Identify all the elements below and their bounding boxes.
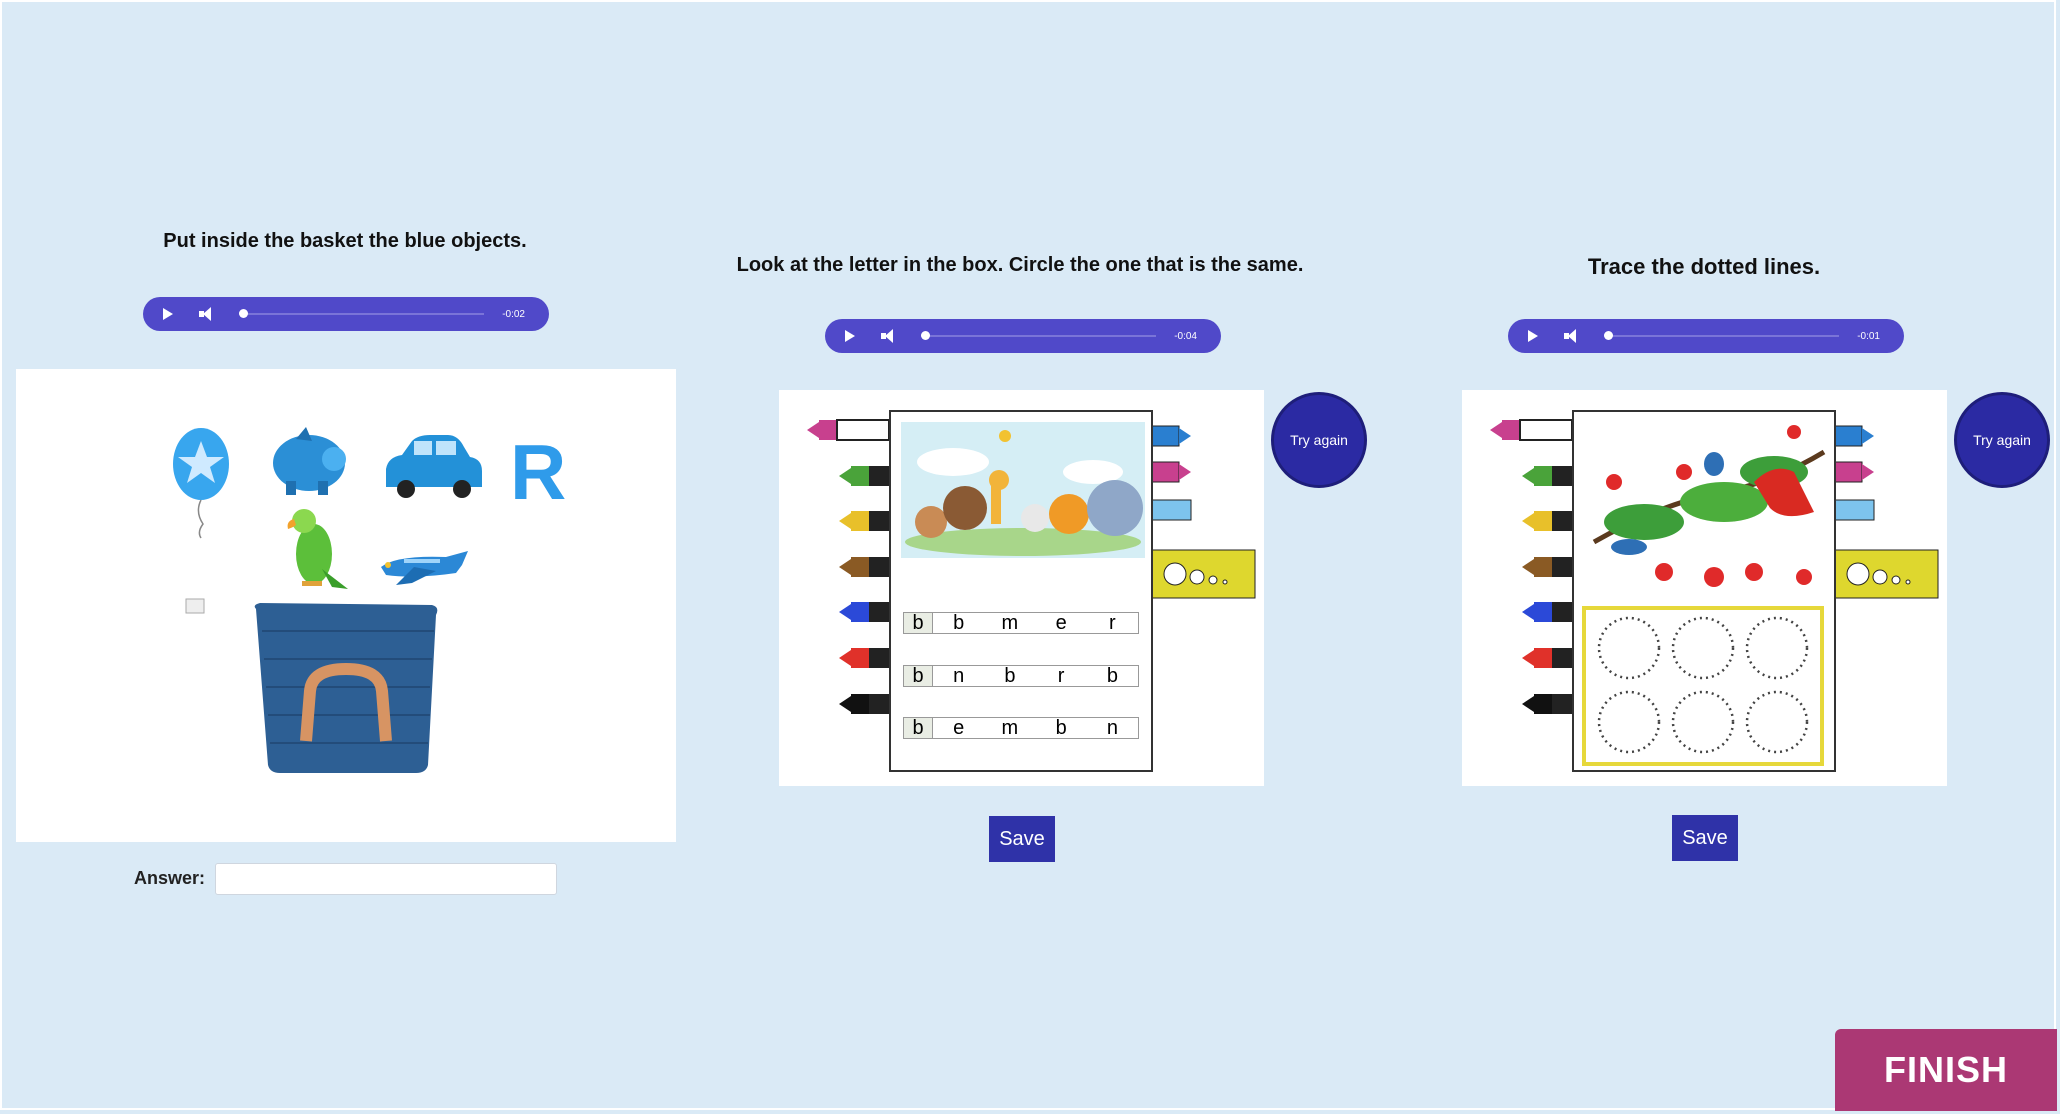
letter-row-1: b b m e r (903, 612, 1139, 634)
letter-option[interactable]: b (1036, 717, 1087, 740)
letter-option[interactable]: m (984, 612, 1035, 635)
audio-knob[interactable] (239, 309, 248, 318)
sorting-board: R (16, 369, 676, 842)
audio-time: -0:02 (502, 308, 525, 320)
play-icon[interactable] (163, 308, 173, 320)
target-letter: b (904, 665, 933, 687)
blue-piggy-bank[interactable] (273, 427, 346, 495)
answer-input[interactable] (215, 863, 557, 895)
try-again-button[interactable]: Try again (1271, 392, 1367, 488)
blue-car[interactable] (386, 435, 482, 498)
blue-airplane[interactable] (381, 551, 468, 585)
try-again-button[interactable]: Try again (1954, 392, 2050, 488)
save-button[interactable]: Save (1672, 815, 1738, 861)
letter-option[interactable]: r (1087, 612, 1138, 635)
answer-label: Answer: (134, 868, 206, 888)
letter-option[interactable]: e (933, 717, 984, 740)
audio-knob[interactable] (1604, 331, 1613, 340)
tracing-illustration (1582, 425, 1826, 766)
basket[interactable] (185, 598, 438, 773)
letter-option[interactable]: b (1087, 665, 1138, 688)
green-parrot[interactable] (287, 509, 348, 589)
tracing-worksheet (1572, 410, 1836, 772)
letter-option[interactable]: b (984, 665, 1035, 688)
target-letter: b (904, 612, 933, 634)
letter-option[interactable]: m (984, 717, 1035, 740)
crayon-icon (1490, 419, 1573, 714)
blue-balloon[interactable] (173, 428, 229, 539)
audio-player-3[interactable]: -0:01 (1508, 319, 1904, 353)
blue-letter-r[interactable]: R (510, 428, 566, 516)
letter-option[interactable]: r (1036, 665, 1087, 688)
play-icon[interactable] (1528, 330, 1538, 342)
letter-option[interactable]: b (933, 612, 984, 635)
sorting-objects: R (173, 427, 566, 773)
letter-worksheet: b b m e r b n b r b b e m b n (889, 410, 1153, 772)
audio-player-1[interactable]: -0:02 (143, 297, 549, 331)
crayon-icon (1833, 425, 1939, 599)
crayon-icon (1150, 425, 1256, 599)
play-icon[interactable] (845, 330, 855, 342)
crayon-icon (807, 419, 890, 714)
audio-knob[interactable] (921, 331, 930, 340)
volume-icon[interactable] (199, 307, 217, 321)
worksheet-panel-3 (1462, 390, 1947, 786)
volume-icon[interactable] (881, 329, 899, 343)
target-letter: b (904, 717, 933, 739)
tracing-box (1582, 606, 1824, 766)
finish-button[interactable]: FINISH (1835, 1029, 2057, 1111)
letter-option[interactable]: n (1087, 717, 1138, 740)
birds-on-branch (1592, 425, 1826, 587)
letter-option[interactable]: e (1036, 612, 1087, 635)
audio-player-2[interactable]: -0:04 (825, 319, 1221, 353)
broken-image-icon (185, 598, 205, 614)
audio-time: -0:01 (1857, 330, 1880, 342)
instruction-1: Put inside the basket the blue objects. (163, 230, 527, 252)
animals-illustration (901, 422, 1145, 558)
letter-option[interactable]: n (933, 665, 984, 688)
audio-progress[interactable] (1604, 331, 1840, 340)
instruction-3: Trace the dotted lines. (1587, 254, 1821, 279)
save-button[interactable]: Save (989, 816, 1055, 862)
letter-row-2: b n b r b (903, 665, 1139, 687)
instruction-2: Look at the letter in the box. Circle th… (736, 254, 1304, 276)
audio-progress[interactable] (921, 331, 1157, 340)
audio-time: -0:04 (1174, 330, 1197, 342)
volume-icon[interactable] (1564, 329, 1582, 343)
letter-row-3: b e m b n (903, 717, 1139, 739)
dotted-circles[interactable] (1597, 616, 1809, 754)
worksheet-panel-2: b b m e r b n b r b b e m b n (779, 390, 1264, 786)
audio-progress[interactable] (239, 309, 485, 318)
